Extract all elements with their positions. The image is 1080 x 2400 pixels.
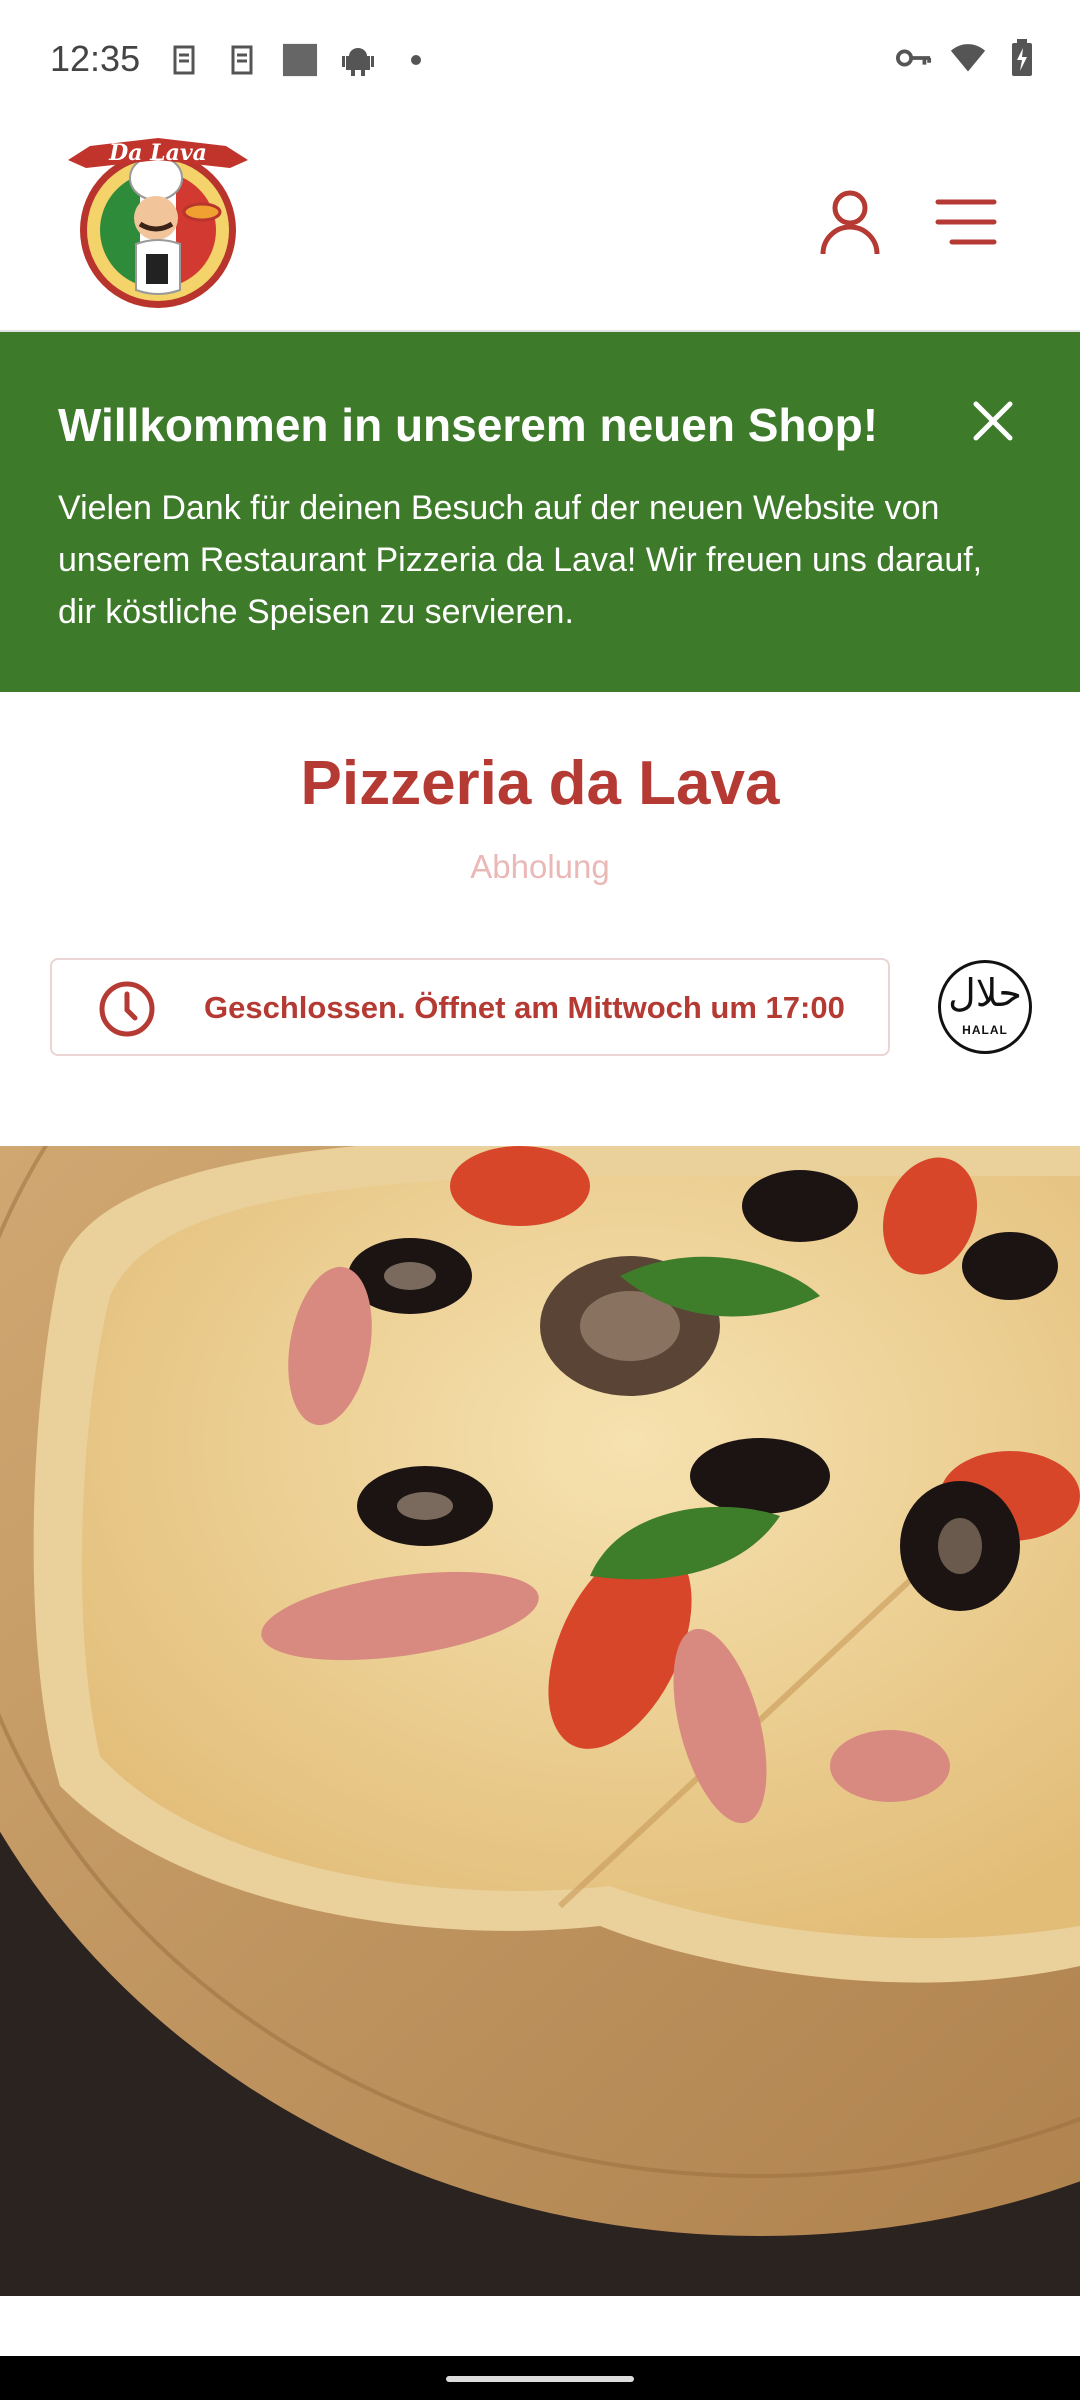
image-icon: [282, 42, 318, 78]
hamburger-menu-button[interactable]: [934, 196, 1000, 248]
site-header: Da Lava: [0, 126, 1080, 332]
status-icons-left: [166, 42, 434, 78]
battery-icon: [1004, 39, 1040, 76]
user-account-button[interactable]: [818, 188, 882, 258]
close-icon: [973, 401, 1013, 441]
restaurant-name: Pizzeria da Lava: [300, 749, 780, 818]
pizza-hero-image: [0, 1146, 1080, 2296]
sim-icon: [224, 42, 260, 78]
opening-status-text: Geschlossen. Öffnet am Mittwoch um 17:00: [204, 990, 845, 1025]
sim-icon: [166, 42, 202, 78]
welcome-banner: Willkommen in unserem neuen Shop! Vielen…: [0, 332, 1080, 692]
clock-icon: [99, 981, 155, 1037]
opening-status-box: Geschlossen. Öffnet am Mittwoch um 17:00: [50, 958, 890, 1056]
halal-label: HALAL: [962, 1023, 1008, 1037]
home-gesture-handle[interactable]: [446, 2376, 634, 2382]
banner-close-button[interactable]: [970, 398, 1016, 444]
banner-text: Vielen Dank für deinen Besuch auf der ne…: [58, 489, 983, 631]
banner-title: Willkommen in unserem neuen Shop!: [58, 399, 879, 451]
dot-icon: [398, 42, 434, 78]
status-time: 12:35: [50, 38, 141, 79]
status-bar: 12:35: [0, 0, 1080, 126]
logo-text: Da Lava: [108, 140, 207, 166]
system-navigation-bar: [0, 2356, 1080, 2400]
halal-arabic-text: حلال: [948, 971, 1022, 1015]
status-icons-right: [896, 39, 1040, 76]
restaurant-logo[interactable]: Da Lava: [60, 126, 256, 322]
key-icon: [896, 40, 932, 76]
wifi-icon: [950, 40, 986, 76]
hamburger-menu-icon: [935, 199, 997, 245]
user-icon: [820, 190, 880, 255]
order-mode-label[interactable]: Abholung: [0, 848, 1080, 886]
android-icon: [340, 42, 376, 78]
halal-badge: حلال HALAL: [938, 960, 1032, 1054]
